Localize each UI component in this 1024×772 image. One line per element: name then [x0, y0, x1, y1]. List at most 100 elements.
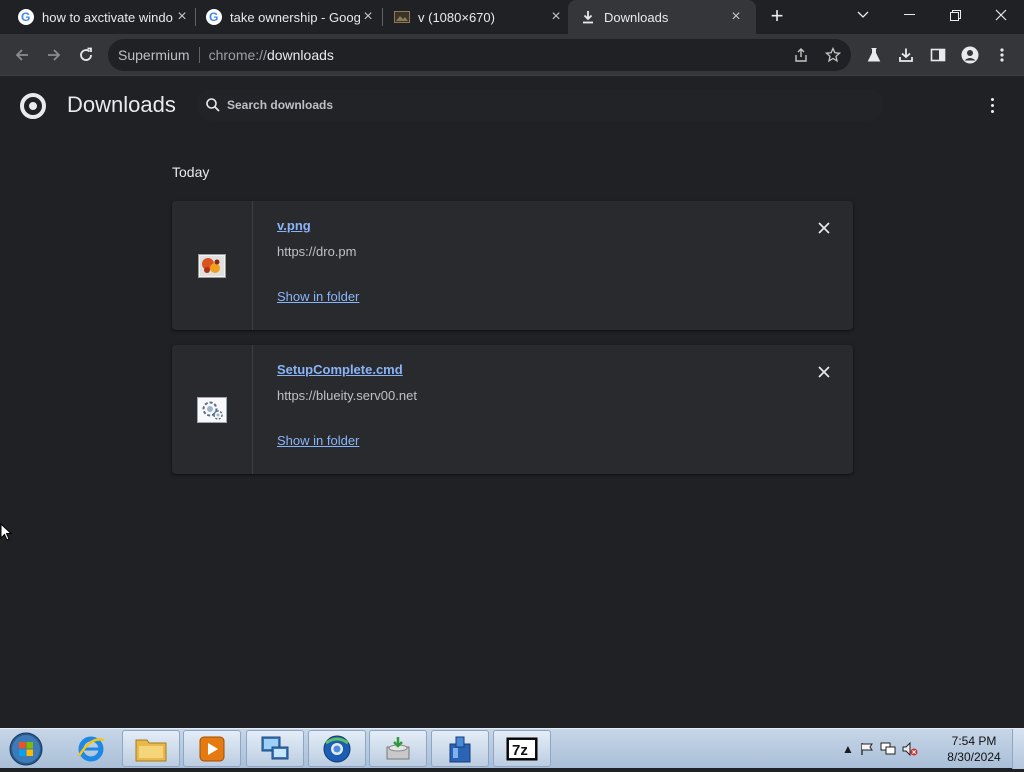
downloads-page: Downloads Today v.png https://dro.pm Sho	[0, 77, 1024, 728]
reload-icon	[80, 47, 92, 61]
download-icon	[580, 9, 596, 25]
omnibox-divider	[198, 47, 200, 63]
clock[interactable]: 7:54 PM 8/30/2024	[940, 733, 1008, 765]
tab-2[interactable]: G take ownership - Goog ×	[206, 0, 376, 34]
avatar-icon	[961, 46, 979, 64]
taskbar-control-panel[interactable]	[246, 730, 304, 767]
taskbar-explorer[interactable]	[122, 730, 180, 767]
chevron-up-icon[interactable]: ▲	[842, 742, 854, 756]
internet-explorer-icon	[77, 736, 105, 761]
tab-title: v (1080×670)	[418, 9, 495, 25]
network-tray-icon[interactable]	[880, 742, 896, 756]
share-icon	[795, 48, 807, 62]
arrow-left-icon	[15, 49, 28, 61]
mouse-cursor-icon	[0, 522, 13, 546]
chevron-down-icon	[857, 11, 869, 18]
download-item: SetupComplete.cmd https://blueity.serv00…	[172, 345, 853, 474]
flag-icon[interactable]	[860, 742, 874, 756]
minimize-button[interactable]	[886, 0, 932, 30]
tab-separator	[195, 8, 196, 26]
taskbar-ie[interactable]	[62, 730, 120, 767]
show-in-folder-link[interactable]: Show in folder	[277, 289, 359, 304]
clock-date: 8/30/2024	[947, 750, 1001, 764]
share-button[interactable]	[790, 44, 812, 66]
profile-button[interactable]	[958, 43, 982, 67]
folder-icon	[135, 739, 167, 761]
forward-button[interactable]	[42, 43, 66, 67]
site-chip[interactable]: Supermium	[108, 47, 190, 63]
tab-close-icon[interactable]: ×	[548, 9, 564, 25]
url-host: downloads	[266, 47, 334, 63]
tab-close-icon[interactable]: ×	[174, 9, 190, 25]
address-bar[interactable]: Supermium chrome:// downloads	[108, 39, 851, 71]
search-box[interactable]	[196, 89, 884, 121]
download-item: v.png https://dro.pm Show in folder	[172, 201, 853, 330]
tab-title: Downloads	[604, 9, 669, 25]
bookmark-button[interactable]	[822, 44, 844, 66]
browser-globe-icon	[323, 735, 351, 762]
taskbar-7zip[interactable]: 7z	[493, 730, 551, 767]
downloads-button[interactable]	[894, 43, 918, 67]
svg-text:7z: 7z	[512, 742, 528, 759]
show-desktop-button[interactable]	[1012, 729, 1024, 769]
tab-close-icon[interactable]: ×	[728, 9, 744, 25]
package-icon	[449, 736, 471, 762]
tab-strip: G how to axctivate windo × G take owners…	[0, 0, 1024, 34]
taskbar-media-player[interactable]	[183, 730, 241, 767]
back-button[interactable]	[10, 43, 34, 67]
file-icon-cell	[172, 345, 253, 474]
page-menu-button[interactable]	[982, 95, 1002, 115]
browser-toolbar: Supermium chrome:// downloads	[0, 34, 1024, 76]
taskbar-installer[interactable]	[369, 730, 427, 767]
show-in-folder-link[interactable]: Show in folder	[277, 433, 359, 448]
image-icon	[394, 9, 410, 25]
minimize-icon	[903, 14, 915, 15]
arrow-right-icon	[48, 49, 61, 61]
image-file-icon	[198, 253, 226, 278]
tab-search-button[interactable]	[840, 0, 886, 30]
media-player-icon	[199, 736, 225, 761]
close-icon	[818, 366, 830, 378]
tab-separator	[382, 8, 383, 26]
google-g-icon: G	[18, 9, 34, 25]
restore-button[interactable]	[932, 0, 978, 30]
tab-title: take ownership - Goog	[230, 9, 360, 25]
7zip-icon: 7z	[506, 737, 538, 760]
search-input[interactable]	[227, 98, 827, 112]
file-source-url: https://blueity.serv00.net	[277, 388, 417, 403]
star-icon	[825, 47, 841, 63]
url-scheme: chrome://	[208, 47, 267, 63]
tab-3[interactable]: v (1080×670) ×	[394, 0, 564, 34]
file-icon-cell	[172, 201, 253, 330]
remove-download-button[interactable]	[814, 218, 834, 238]
side-panel-button[interactable]	[926, 43, 950, 67]
tab-1[interactable]: G how to axctivate windo ×	[18, 0, 190, 34]
download-icon	[899, 48, 913, 62]
restore-icon	[949, 9, 961, 21]
close-icon	[818, 222, 830, 234]
file-name-link[interactable]: v.png	[277, 218, 311, 233]
windows-taskbar: 7z ▲ 7:54 PM 8/30/2024	[0, 728, 1024, 769]
search-icon	[205, 97, 221, 113]
install-disk-icon	[386, 736, 410, 759]
taskbar-uninstaller[interactable]	[431, 730, 489, 767]
network-icon	[261, 736, 289, 759]
taskbar-chromium[interactable]	[308, 730, 366, 767]
side-panel-icon	[930, 48, 946, 62]
tab-close-icon[interactable]: ×	[360, 9, 376, 25]
start-button[interactable]	[6, 731, 46, 767]
volume-muted-icon[interactable]	[902, 742, 918, 756]
tab-title: how to axctivate windo	[42, 9, 173, 25]
new-tab-button[interactable]: +	[766, 5, 788, 28]
close-icon	[995, 9, 1007, 21]
chrome-logo-icon	[20, 93, 46, 119]
labs-button[interactable]	[862, 43, 886, 67]
browser-menu-button[interactable]	[990, 43, 1014, 67]
google-g-icon: G	[206, 9, 222, 25]
tab-4[interactable]: Downloads ×	[568, 0, 756, 34]
reload-button[interactable]	[74, 43, 98, 67]
remove-download-button[interactable]	[814, 362, 834, 382]
close-window-button[interactable]	[978, 0, 1024, 30]
file-name-link[interactable]: SetupComplete.cmd	[277, 362, 403, 377]
flask-icon	[867, 48, 881, 62]
